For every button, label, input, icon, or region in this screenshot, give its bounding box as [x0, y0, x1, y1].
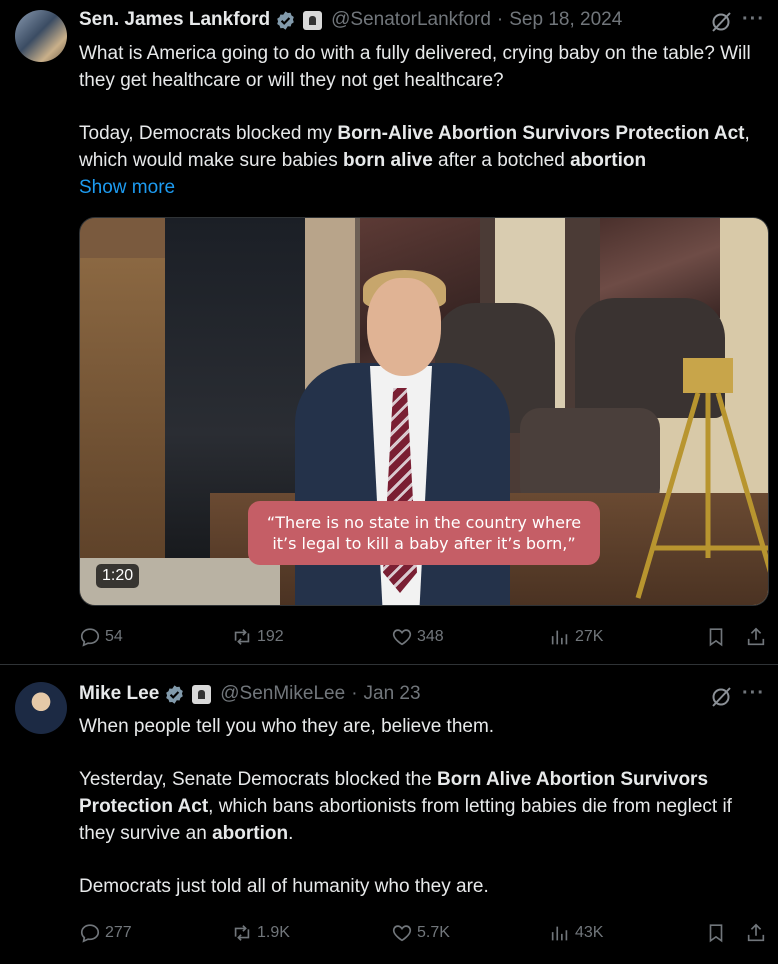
- reply-icon: [80, 628, 100, 647]
- separator: ·: [496, 9, 504, 30]
- verified-badge-icon: [277, 10, 294, 30]
- like-icon: [392, 629, 412, 646]
- author-handle[interactable]: @SenMikeLee: [220, 683, 345, 705]
- separator: ·: [351, 683, 358, 704]
- share-icon: [747, 923, 765, 942]
- like-button[interactable]: 348: [391, 622, 444, 652]
- tweet-header: Mike Lee @SenMikeLee · Jan 23: [79, 683, 421, 705]
- reply-count: 54: [105, 628, 123, 645]
- tweet-actions: 54 192 348 27K: [79, 622, 769, 652]
- tweet-mike-lee[interactable]: Mike Lee @SenMikeLee · Jan 23 ··· When p…: [0, 665, 778, 964]
- tweet-paragraph: What is America going to do with a fully…: [79, 43, 751, 91]
- repost-button[interactable]: 192: [231, 622, 284, 652]
- like-button[interactable]: 5.7K: [391, 918, 450, 948]
- tweet-text: When people tell you who they are, belie…: [79, 713, 769, 900]
- views-button[interactable]: 43K: [549, 918, 603, 948]
- more-options-icon[interactable]: ···: [742, 682, 765, 705]
- views-icon: [551, 926, 568, 941]
- video-caption: “There is no state in the country where …: [248, 501, 600, 565]
- video-duration: 1:20: [96, 564, 140, 588]
- verified-badge-icon: [166, 684, 184, 704]
- views-icon: [551, 630, 568, 645]
- tweet-paragraph: Today, Democrats blocked my Born-Alive A…: [79, 123, 750, 171]
- tweet-date[interactable]: Jan 23: [364, 683, 421, 705]
- bookmark-icon: [709, 924, 723, 943]
- tweet-paragraph: Yesterday, Senate Democrats blocked the …: [79, 769, 732, 844]
- avatar[interactable]: [15, 10, 67, 62]
- like-icon: [392, 925, 412, 942]
- tweet-paragraph: When people tell you who they are, belie…: [79, 716, 495, 737]
- reply-button[interactable]: 54: [79, 622, 123, 652]
- share-button[interactable]: [745, 918, 767, 948]
- author-handle[interactable]: @SenatorLankford: [331, 9, 491, 31]
- government-label-icon: [192, 684, 212, 704]
- grok-icon[interactable]: [709, 10, 733, 34]
- avatar[interactable]: [15, 682, 67, 734]
- repost-icon: [234, 925, 250, 941]
- views-button[interactable]: 27K: [549, 622, 603, 652]
- like-count: 5.7K: [417, 924, 450, 941]
- repost-count: 192: [257, 628, 284, 645]
- tweet-text: What is America going to do with a fully…: [79, 40, 769, 201]
- government-label-icon: [303, 10, 323, 30]
- grok-icon[interactable]: [709, 685, 733, 709]
- bookmark-button[interactable]: [705, 918, 727, 948]
- reply-button[interactable]: 277: [79, 918, 132, 948]
- reply-icon: [80, 924, 100, 943]
- share-icon: [747, 627, 765, 646]
- views-count: 27K: [575, 628, 604, 645]
- author-name[interactable]: Mike Lee: [79, 683, 159, 705]
- repost-count: 1.9K: [257, 924, 290, 941]
- repost-button[interactable]: 1.9K: [231, 918, 290, 948]
- bookmark-icon: [709, 628, 723, 647]
- reply-count: 277: [105, 924, 132, 941]
- tweet-paragraph: Democrats just told all of humanity who …: [79, 876, 489, 897]
- tweet-header: Sen. James Lankford @SenatorLankford · S…: [79, 9, 622, 31]
- easel-icon: [635, 358, 768, 599]
- author-name[interactable]: Sen. James Lankford: [79, 9, 270, 31]
- show-more-link[interactable]: Show more: [79, 177, 175, 198]
- more-options-icon[interactable]: ···: [742, 8, 765, 31]
- bookmark-button[interactable]: [705, 622, 727, 652]
- views-count: 43K: [575, 924, 604, 941]
- tweet-date[interactable]: Sep 18, 2024: [509, 9, 622, 31]
- video-player[interactable]: “There is no state in the country where …: [79, 217, 769, 606]
- repost-icon: [234, 629, 250, 645]
- tweet-lankford[interactable]: Sen. James Lankford @SenatorLankford · S…: [0, 0, 778, 664]
- share-button[interactable]: [745, 622, 767, 652]
- like-count: 348: [417, 628, 444, 645]
- tweet-actions: 277 1.9K 5.7K 43K: [79, 918, 769, 948]
